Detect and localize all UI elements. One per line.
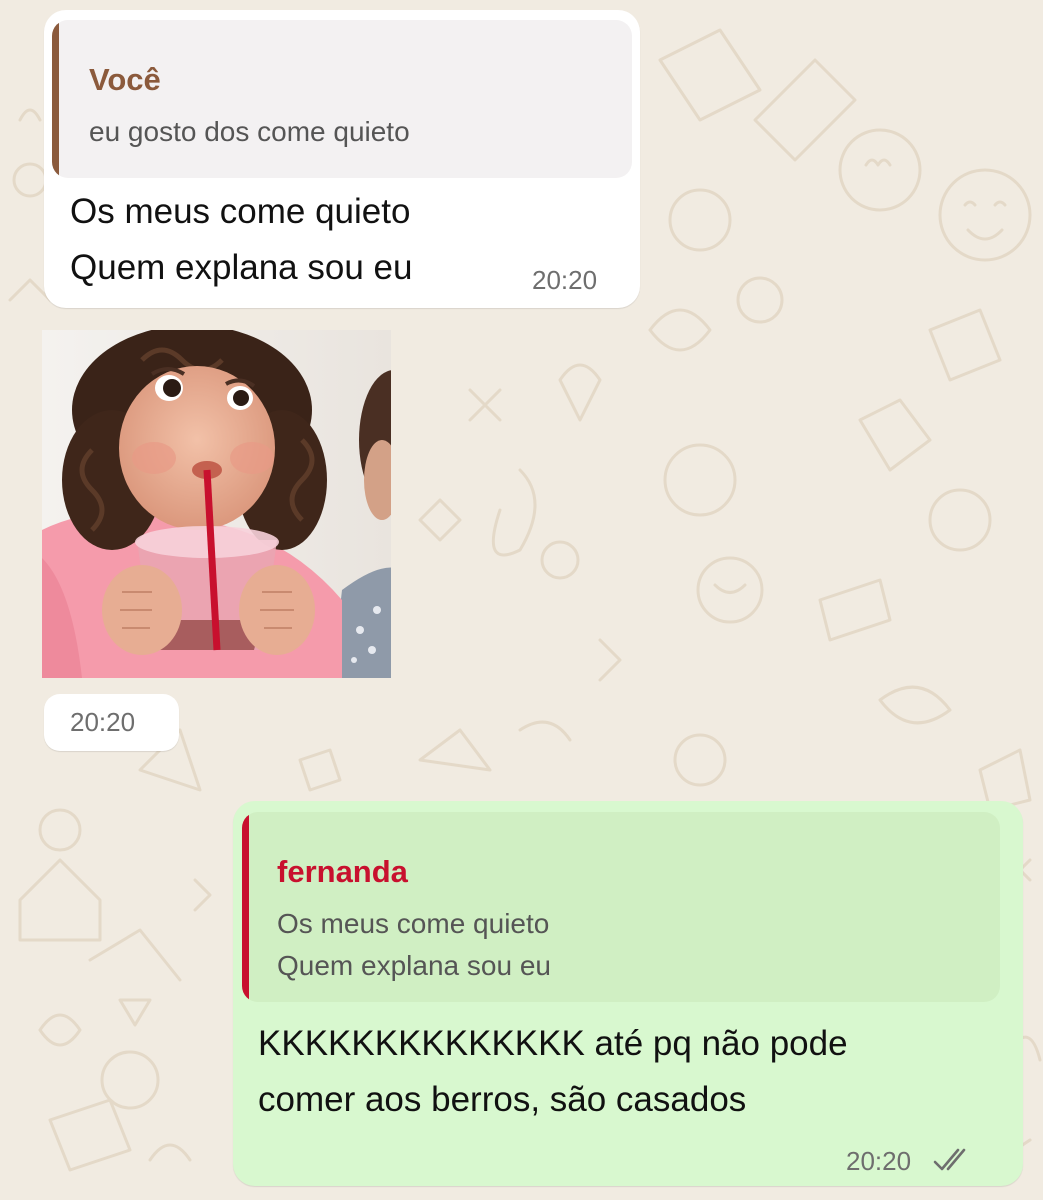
quote-accent-bar — [242, 812, 249, 1002]
message-line: KKKKKKKKKKKKKK até pq não pode — [258, 1024, 848, 1063]
message-timestamp: 20:20 — [70, 707, 136, 737]
quoted-message[interactable]: Você eu gosto dos come quieto — [52, 20, 632, 178]
quoted-message[interactable]: fernanda Os meus come quieto Quem explan… — [242, 812, 1000, 1002]
message-text: KKKKKKKKKKKKKK até pq não pode comer aos… — [258, 1016, 848, 1128]
quote-line: Os meus come quieto — [277, 908, 550, 939]
message-line: Os meus come quieto — [70, 192, 411, 231]
sticker-timestamp-chip: 20:20 — [44, 694, 179, 751]
message-timestamp: 20:20 — [846, 1146, 912, 1176]
message-line: Quem explana sou eu — [70, 248, 413, 287]
message-timestamp: 20:20 — [532, 265, 598, 295]
message-line: comer aos berros, são casados — [258, 1080, 747, 1119]
outgoing-message-bubble[interactable]: fernanda Os meus come quieto Quem explan… — [233, 801, 1023, 1186]
double-check-icon — [933, 1148, 966, 1171]
quote-text: Os meus come quieto Quem explana sou eu — [277, 903, 551, 987]
sticker-image[interactable] — [42, 330, 391, 678]
quote-text: eu gosto dos come quieto — [89, 116, 410, 147]
quote-author: Você — [89, 62, 161, 97]
quote-accent-bar — [52, 20, 59, 178]
quote-author: fernanda — [277, 854, 408, 889]
quote-line: Quem explana sou eu — [277, 950, 551, 981]
message-text: Os meus come quieto Quem explana sou eu — [70, 184, 412, 296]
child-sipping-drink-sticker — [42, 330, 391, 678]
incoming-message-bubble[interactable]: Você eu gosto dos come quieto Os meus co… — [44, 10, 640, 308]
